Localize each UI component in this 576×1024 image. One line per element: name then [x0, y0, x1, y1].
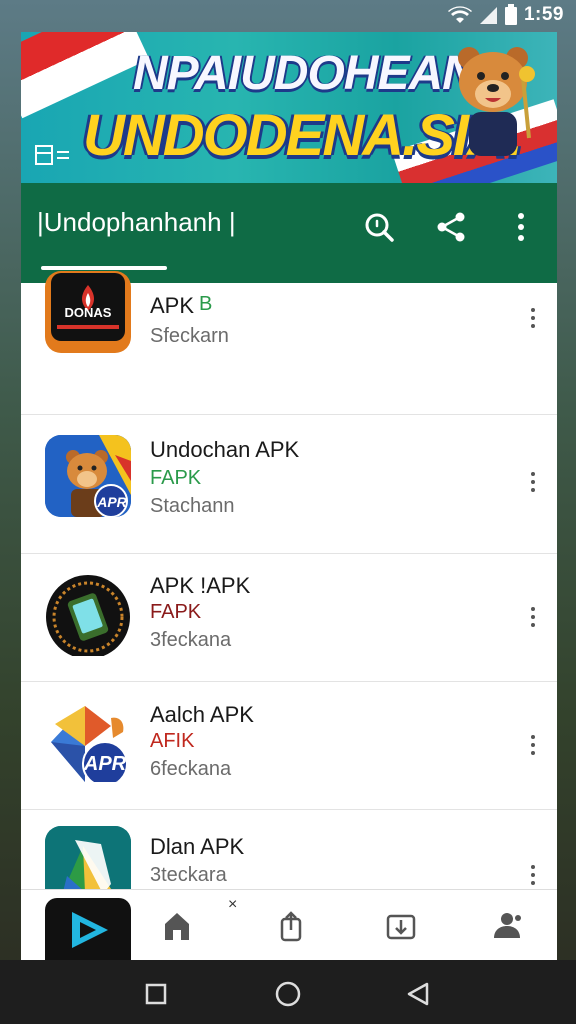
close-ad-button[interactable]: × — [228, 896, 237, 914]
bear-mascot-icon — [458, 47, 535, 156]
clock: 1:59 — [523, 4, 564, 25]
system-home-button[interactable] — [268, 974, 308, 1014]
item-more-button[interactable] — [523, 467, 543, 497]
toolbar-title: |Undophanhanh | — [37, 207, 236, 237]
apr-badge: APR — [83, 753, 127, 775]
app-subtitle: 3teckara — [150, 864, 227, 886]
app-name: APK — [150, 293, 195, 318]
system-nav-bar — [0, 960, 576, 1024]
app-subtitle: 3feckana — [150, 629, 232, 651]
download-icon — [386, 914, 416, 940]
download-button[interactable] — [379, 904, 423, 948]
app-name: APK !APK — [150, 573, 251, 598]
recents-icon — [145, 983, 167, 1005]
status-bar: 1:59 — [0, 0, 576, 30]
app-icon — [45, 574, 131, 656]
search-button[interactable] — [357, 205, 401, 249]
profile-icon — [494, 913, 521, 938]
app-tag: B — [199, 293, 213, 315]
profile-button[interactable] — [485, 904, 529, 948]
app-tag: FAPK — [150, 467, 202, 489]
wifi-icon — [447, 6, 472, 23]
search-icon — [365, 213, 394, 242]
app-name: Undochan APK — [150, 437, 300, 462]
bottom-nav: × — [21, 889, 557, 960]
back-icon — [407, 982, 429, 1006]
app-subtitle: Sfeckarn — [150, 325, 229, 347]
list-item[interactable]: DONAS APK B Sfeckarn — [21, 271, 557, 415]
app-tag: FAPK — [150, 601, 202, 623]
app-list: DONAS APK B Sfeckarn APR Undochan APK FA… — [21, 271, 557, 925]
app-toolbar: |Undophanhanh | — [21, 183, 557, 283]
share-upload-icon — [280, 911, 302, 942]
promo-banner[interactable]: NPAIUDOHEAN UNDODENA.SIA. — [21, 32, 557, 183]
home-icon — [165, 913, 189, 940]
share-upload-button[interactable] — [269, 904, 313, 948]
share-button[interactable] — [429, 205, 473, 249]
app-icon-label: DONAS — [64, 305, 112, 320]
app-name: Dlan APK — [150, 834, 245, 859]
app-subtitle: 6feckana — [150, 758, 232, 780]
app-icon: DONAS — [45, 271, 131, 353]
share-icon — [437, 212, 465, 242]
app-name: Aalch APK — [150, 702, 254, 727]
app-icon: APR — [45, 700, 131, 782]
home-circle-icon — [275, 981, 301, 1007]
app-window: NPAIUDOHEAN UNDODENA.SIA. |Undophanhanh … — [21, 32, 557, 960]
battery-icon — [504, 4, 517, 25]
home-button[interactable] — [155, 904, 199, 948]
item-more-button[interactable] — [523, 602, 543, 632]
list-item[interactable]: APK !APK FAPK 3feckana — [21, 554, 557, 682]
calendar-icon — [35, 145, 69, 165]
overflow-menu-button[interactable] — [499, 205, 543, 249]
app-tag: AFIK — [150, 730, 195, 752]
list-item[interactable]: APR Undochan APK FAPK Stachann — [21, 415, 557, 554]
app-icon: APR — [45, 435, 131, 517]
item-more-button[interactable] — [523, 730, 543, 760]
more-vert-icon — [518, 213, 524, 241]
play-icon — [72, 911, 108, 948]
signal-icon — [479, 7, 497, 24]
list-item[interactable]: APR Aalch APK AFIK 6feckana — [21, 682, 557, 810]
recents-button[interactable] — [136, 974, 176, 1014]
status-icons: 1:59 — [447, 4, 564, 26]
app-subtitle: Stachann — [150, 495, 235, 517]
back-button[interactable] — [398, 974, 438, 1014]
play-button[interactable] — [45, 898, 131, 960]
apr-badge: APR — [97, 494, 127, 510]
active-tab-indicator — [41, 266, 167, 270]
item-more-button[interactable] — [523, 860, 543, 890]
item-more-button[interactable] — [523, 303, 543, 333]
banner-title: NPAIUDOHEAN — [133, 47, 477, 100]
